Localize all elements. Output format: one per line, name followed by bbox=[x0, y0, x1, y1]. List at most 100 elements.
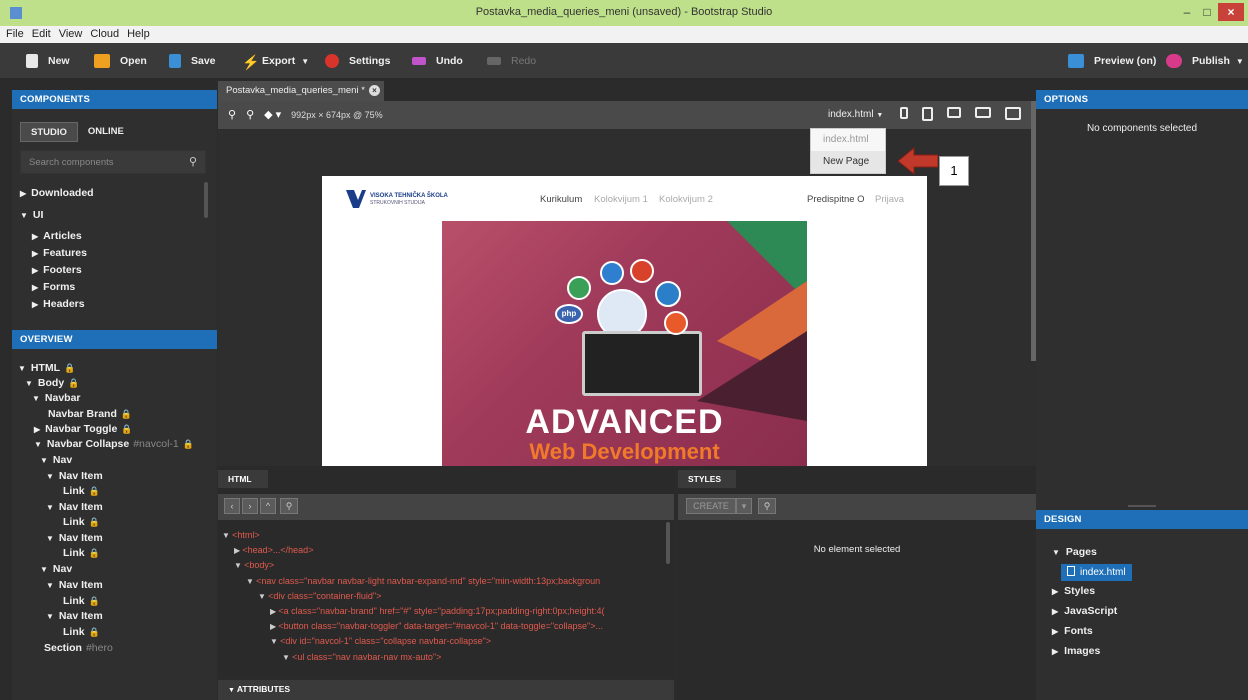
code-scrollbar[interactable] bbox=[666, 522, 670, 564]
forward-icon[interactable]: › bbox=[242, 498, 258, 514]
overview-node-nav-item[interactable]: ▼ Nav Item bbox=[46, 470, 103, 482]
tablet-landscape-icon[interactable] bbox=[947, 107, 961, 118]
overview-node-navbar-brand[interactable]: Navbar Brand 🔒 bbox=[48, 408, 132, 420]
code-line[interactable]: ▼ <div class="container-fluid"> bbox=[222, 589, 672, 604]
overview-node-link[interactable]: Link 🔒 bbox=[63, 516, 100, 528]
design-pages[interactable]: ▼ Pages bbox=[1052, 546, 1097, 558]
document-tab[interactable]: Postavka_media_queries_meni * × bbox=[218, 81, 384, 101]
undo-button[interactable]: Undo bbox=[412, 52, 463, 70]
overview-node-section[interactable]: Section #hero bbox=[44, 642, 113, 654]
overview-node-navbar-toggle[interactable]: ▶ Navbar Toggle 🔒 bbox=[34, 423, 133, 435]
tab-online[interactable]: ONLINE bbox=[78, 122, 134, 142]
new-button[interactable]: New bbox=[26, 52, 70, 70]
zoom-in-icon[interactable]: ⚲ bbox=[228, 108, 236, 121]
nav-link-kurikulum[interactable]: Kurikulum bbox=[540, 194, 582, 205]
component-group-articles[interactable]: ▶ Articles bbox=[32, 230, 82, 242]
resize-handle[interactable] bbox=[1128, 505, 1156, 507]
nav-link-kolokvijum-1[interactable]: Kolokvijum 1 bbox=[594, 194, 648, 205]
component-group-features[interactable]: ▶ Features bbox=[32, 247, 87, 259]
component-group-forms[interactable]: ▶ Forms bbox=[32, 281, 75, 293]
minimize-button[interactable]: – bbox=[1178, 3, 1196, 21]
search-input[interactable]: Search components ⚲ bbox=[20, 150, 206, 174]
overview-node-link[interactable]: Link 🔒 bbox=[63, 547, 100, 559]
component-group-label: Downloaded bbox=[31, 187, 94, 199]
overview-node-html[interactable]: ▼ HTML 🔒 bbox=[18, 362, 75, 374]
redo-button[interactable]: Redo bbox=[487, 52, 536, 70]
tablet-icon[interactable] bbox=[922, 107, 933, 121]
overview-node-nav-item[interactable]: ▼ Nav Item bbox=[46, 610, 103, 622]
overview-node-nav[interactable]: ▼ Nav bbox=[40, 563, 72, 575]
tab-studio[interactable]: STUDIO bbox=[20, 122, 78, 142]
up-icon[interactable]: ^ bbox=[260, 498, 276, 514]
dropdown-item-new-page[interactable]: New Page bbox=[811, 151, 885, 173]
maximize-button[interactable]: □ bbox=[1198, 3, 1216, 21]
dropdown-item-index[interactable]: index.html bbox=[823, 134, 869, 145]
search-icon[interactable]: ⚲ bbox=[280, 498, 298, 514]
component-group-ui[interactable]: ▼ UI bbox=[20, 209, 43, 221]
nav-link-kolokvijum-2[interactable]: Kolokvijum 2 bbox=[659, 194, 713, 205]
nav-link-prijava[interactable]: Prijava bbox=[875, 194, 904, 205]
design-fonts[interactable]: ▶ Fonts bbox=[1052, 625, 1093, 637]
overview-node-link[interactable]: Link 🔒 bbox=[63, 595, 100, 607]
close-button[interactable]: × bbox=[1218, 3, 1244, 21]
node-hint: #hero bbox=[85, 642, 113, 654]
design-images[interactable]: ▶ Images bbox=[1052, 645, 1100, 657]
page-preview[interactable]: VISOKA TEHNIČKA ŠKOLA STRUKOVNIH STUDIJA… bbox=[322, 176, 927, 466]
code-line[interactable]: ▼ <html> bbox=[222, 528, 672, 543]
open-button[interactable]: Open bbox=[94, 52, 147, 70]
phone-icon[interactable] bbox=[900, 107, 908, 119]
menu-edit[interactable]: Edit bbox=[28, 26, 55, 42]
attributes-header[interactable]: ▼ ATTRIBUTES bbox=[218, 680, 674, 700]
component-group-headers[interactable]: ▶ Headers bbox=[32, 298, 85, 310]
overview-node-nav-item[interactable]: ▼ Nav Item bbox=[46, 532, 103, 544]
overview-node-nav[interactable]: ▼ Nav bbox=[40, 454, 72, 466]
overview-node-navbar-collapse[interactable]: ▼ Navbar Collapse #navcol-1 🔒 bbox=[34, 438, 194, 450]
navbar-brand[interactable]: VISOKA TEHNIČKA ŠKOLA STRUKOVNIH STUDIJA bbox=[370, 193, 448, 207]
code-line[interactable]: ▼ <nav class="navbar navbar-light navbar… bbox=[222, 574, 672, 589]
page-select[interactable]: index.html ▼ bbox=[828, 109, 883, 120]
design-page-index[interactable]: index.html bbox=[1061, 564, 1132, 581]
settings-button[interactable]: Settings bbox=[325, 52, 390, 70]
overview-node-link[interactable]: Link 🔒 bbox=[63, 485, 100, 497]
code-line[interactable]: ▶ <button class="navbar-toggler" data-ta… bbox=[222, 619, 672, 634]
overview-node-nav-item[interactable]: ▼ Nav Item bbox=[46, 501, 103, 513]
html-code-view[interactable]: ▼ <html> ▶ <head>...</head> ▼ <body> ▼ <… bbox=[222, 528, 672, 668]
overview-node-navbar[interactable]: ▼ Navbar bbox=[32, 392, 81, 404]
chevron-down-icon[interactable]: ▾ bbox=[736, 498, 752, 514]
back-icon[interactable]: ‹ bbox=[224, 498, 240, 514]
expand-triangle-icon: ▶ bbox=[32, 300, 39, 309]
components-scrollbar[interactable] bbox=[204, 182, 208, 218]
close-tab-icon[interactable]: × bbox=[369, 85, 380, 96]
options-header: OPTIONS bbox=[1036, 90, 1248, 109]
code-line[interactable]: ▼ <body> bbox=[222, 558, 672, 573]
desktop-icon[interactable] bbox=[1005, 107, 1021, 120]
search-icon[interactable]: ⚲ bbox=[189, 155, 197, 168]
menu-cloud[interactable]: Cloud bbox=[86, 26, 123, 42]
save-button[interactable]: Save bbox=[169, 52, 216, 70]
component-group-downloaded[interactable]: ▶ Downloaded bbox=[20, 187, 94, 199]
publish-button[interactable]: Publish ▼ bbox=[1166, 52, 1244, 70]
code-line[interactable]: ▶ <a class="navbar-brand" href="#" style… bbox=[222, 604, 672, 619]
overview-node-body[interactable]: ▼ Body 🔒 bbox=[25, 377, 79, 389]
overview-node-link[interactable]: Link 🔒 bbox=[63, 626, 100, 638]
code-line[interactable]: ▼ <ul class="nav navbar-nav mx-auto"> bbox=[222, 650, 672, 665]
nav-link-predispitne[interactable]: Predispitne O bbox=[807, 194, 865, 205]
code-line[interactable]: ▶ <head>...</head> bbox=[222, 543, 672, 558]
overview-node-nav-item[interactable]: ▼ Nav Item bbox=[46, 579, 103, 591]
zoom-out-icon[interactable]: ⚲ bbox=[246, 108, 254, 121]
export-button[interactable]: ⚡ Export ▼ bbox=[242, 52, 309, 70]
component-group-footers[interactable]: ▶ Footers bbox=[32, 264, 82, 276]
design-javascript[interactable]: ▶ JavaScript bbox=[1052, 605, 1117, 617]
menu-help[interactable]: Help bbox=[123, 26, 154, 42]
lock-icon: 🔒 bbox=[182, 439, 194, 449]
create-button[interactable]: CREATE bbox=[686, 498, 736, 514]
layers-icon[interactable]: ◆ ▾ bbox=[264, 108, 281, 121]
laptop-icon[interactable] bbox=[975, 107, 991, 118]
menu-view[interactable]: View bbox=[55, 26, 87, 42]
design-styles[interactable]: ▶ Styles bbox=[1052, 585, 1095, 597]
menu-file[interactable]: File bbox=[2, 26, 28, 42]
preview-button[interactable]: Preview (on) bbox=[1068, 52, 1156, 70]
code-line[interactable]: ▼ <div id="navcol-1" class="collapse nav… bbox=[222, 634, 672, 649]
code-text: <html> bbox=[232, 530, 260, 540]
search-icon[interactable]: ⚲ bbox=[758, 498, 776, 514]
